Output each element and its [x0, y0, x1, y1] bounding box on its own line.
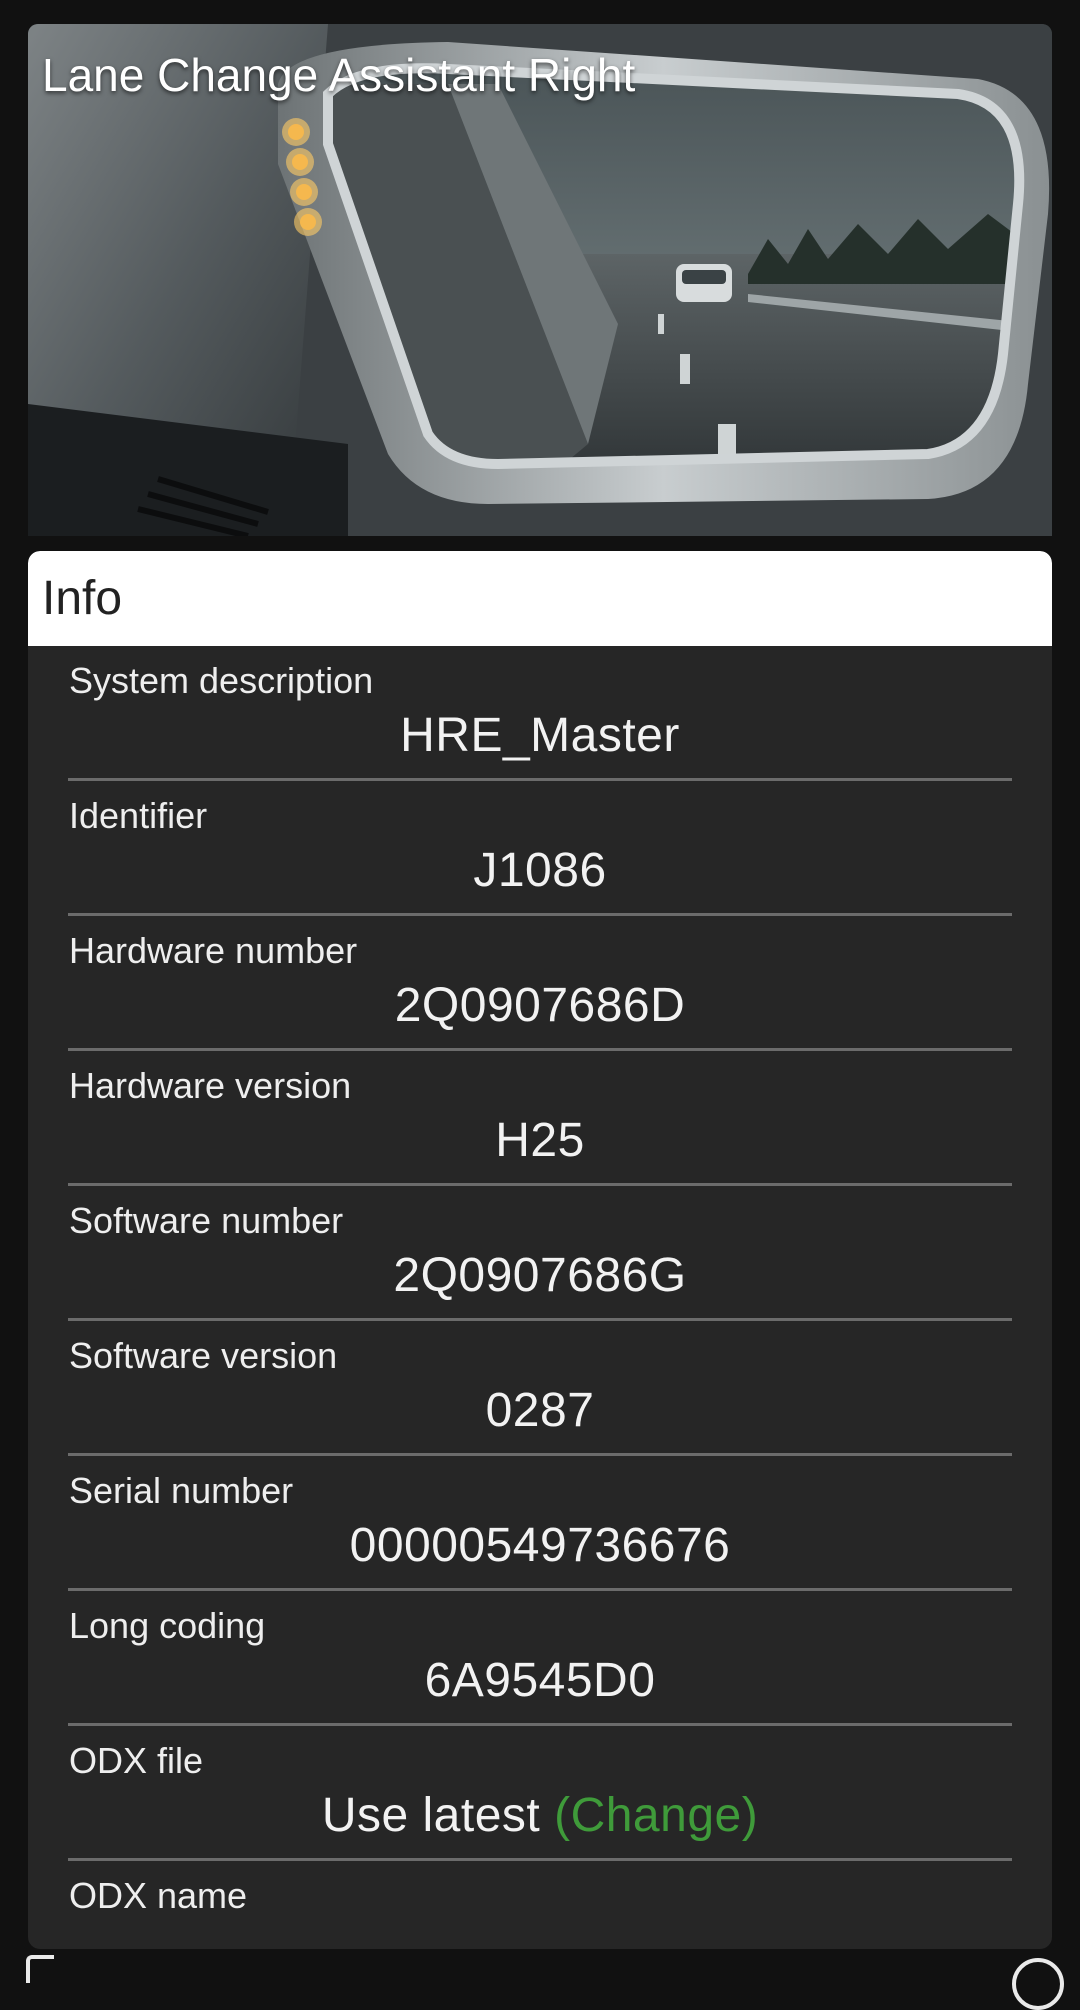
row-value: HRE_Master [400, 709, 680, 762]
row-odx-name: ODX name [68, 1861, 1012, 1949]
row-hardware-version: Hardware version H25 [68, 1051, 1012, 1186]
row-label: Hardware number [69, 930, 358, 971]
info-title: Info [42, 572, 123, 625]
circle-nav-icon[interactable] [1012, 1958, 1064, 2010]
module-title: Lane Change Assistant Right [42, 49, 636, 101]
row-value: J1086 [473, 844, 607, 897]
row-odx-file: ODX file Use latest (Change) [68, 1726, 1012, 1861]
row-long-coding[interactable]: Long coding 6A9545D0 [68, 1591, 1012, 1726]
module-hero-image: Lane Change Assistant Right [28, 24, 1052, 536]
row-value: H25 [495, 1114, 585, 1167]
info-card: Info System description HRE_Master Ident… [28, 551, 1052, 1949]
info-header: Info [28, 551, 1052, 646]
row-value: 2Q0907686D [394, 979, 686, 1032]
row-label: Hardware version [69, 1065, 352, 1106]
row-identifier: Identifier J1086 [68, 781, 1012, 916]
odx-file-value: Use latest [321, 1789, 541, 1842]
row-label: ODX name [69, 1875, 248, 1916]
row-value: 6A9545D0 [424, 1654, 656, 1707]
row-value-container: Use latest (Change) [68, 1788, 1012, 1843]
row-label: System description [69, 660, 374, 701]
row-hardware-number: Hardware number 2Q0907686D [68, 916, 1012, 1051]
row-value: 0287 [485, 1384, 595, 1437]
back-nav-icon[interactable] [26, 1955, 54, 1983]
row-value: 2Q0907686G [393, 1249, 687, 1302]
row-label: Software version [69, 1335, 338, 1376]
change-odx-link[interactable]: (Change) [554, 1789, 758, 1842]
row-serial-number: Serial number 00000549736676 [68, 1456, 1012, 1591]
row-software-number: Software number 2Q0907686G [68, 1186, 1012, 1321]
row-label: ODX file [69, 1740, 204, 1781]
row-label: Identifier [69, 795, 208, 836]
row-software-version: Software version 0287 [68, 1321, 1012, 1456]
info-list: System description HRE_Master Identifier… [28, 646, 1052, 1949]
screen: Lane Change Assistant Right Info System … [0, 0, 1080, 2010]
row-label: Serial number [69, 1470, 294, 1511]
row-value: 00000549736676 [349, 1519, 731, 1572]
row-label: Software number [69, 1200, 344, 1241]
row-label: Long coding [69, 1605, 266, 1646]
row-system-description: System description HRE_Master [68, 646, 1012, 781]
